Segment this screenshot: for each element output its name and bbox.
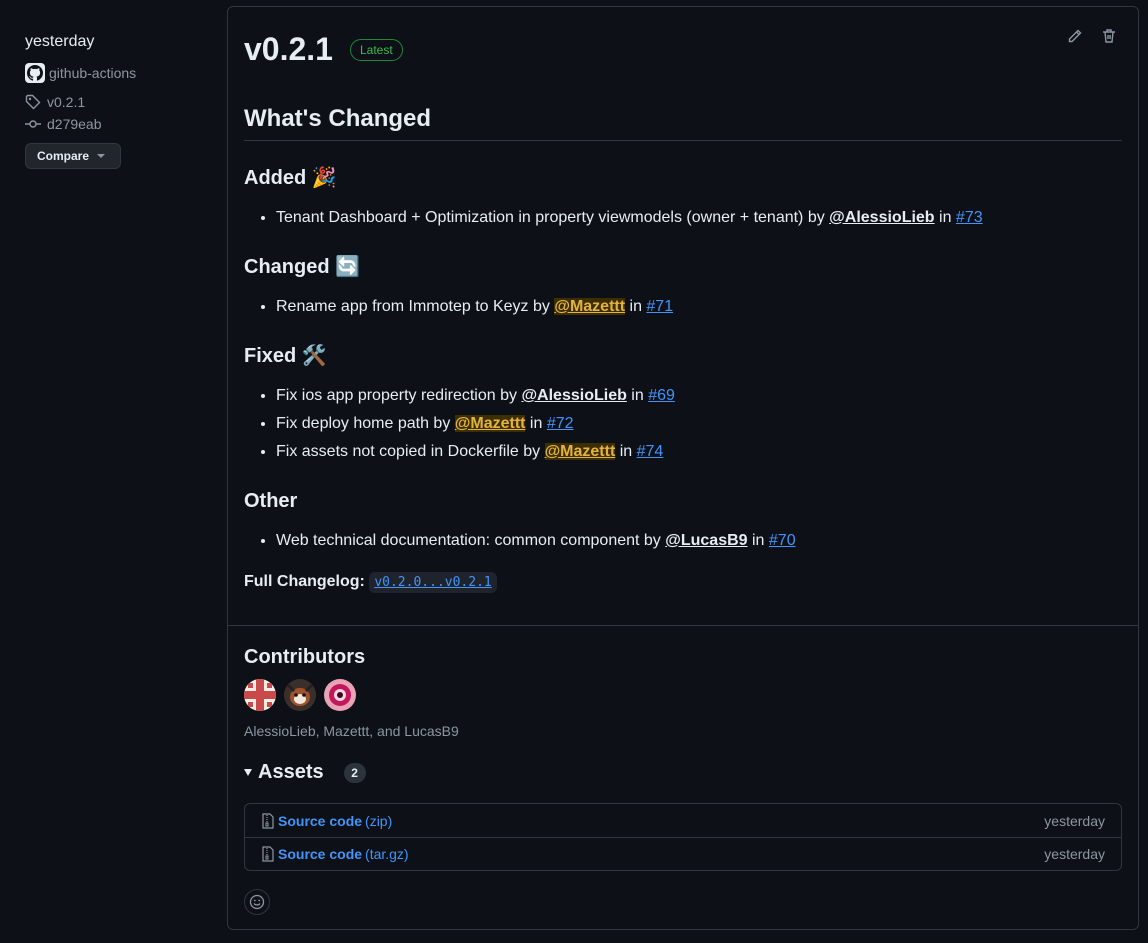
asset-format: (zip) [365, 812, 393, 829]
user-mention[interactable]: @AlessioLieb [521, 387, 626, 404]
whats-changed-heading: What's Changed [244, 105, 1122, 141]
section-added-list: Tenant Dashboard + Optimization in prope… [244, 204, 983, 232]
list-item: Tenant Dashboard + Optimization in prope… [276, 204, 983, 232]
asset-row: Source code (tar.gz) yesterday [245, 837, 1121, 870]
full-changelog-label: Full Changelog: [244, 573, 365, 590]
contributor-avatars [244, 679, 356, 711]
commit-icon [25, 120, 41, 128]
release-card: v0.2.1 Latest What's Changed Added 🎉 Ten… [227, 6, 1139, 930]
delete-button[interactable] [1100, 27, 1118, 45]
avatar[interactable] [244, 679, 276, 711]
full-changelog: Full Changelog: v0.2.0...v0.2.1 [244, 570, 497, 595]
asset-row: Source code (zip) yesterday [245, 804, 1121, 837]
edit-button[interactable] [1066, 27, 1084, 45]
tag-icon [25, 94, 41, 110]
list-item: Web technical documentation: common comp… [276, 527, 796, 555]
user-mention[interactable]: @LucasB9 [665, 532, 747, 549]
author-name: github-actions [49, 65, 137, 81]
user-mention[interactable]: @Mazettt [554, 298, 626, 315]
divider [228, 625, 1138, 626]
list-item: Fix assets not copied in Dockerfile by @… [276, 438, 675, 466]
file-zip-icon [262, 846, 274, 862]
asset-format: (tar.gz) [365, 846, 409, 862]
commit-sha: d279eab [47, 116, 102, 132]
add-reaction-button[interactable] [244, 889, 270, 915]
release-tag[interactable]: v0.2.1 [25, 94, 85, 110]
compare-range-link[interactable]: v0.2.0...v0.2.1 [369, 572, 497, 593]
asset-link[interactable]: Source code (tar.gz) [261, 846, 409, 862]
avatar[interactable] [284, 679, 316, 711]
asset-date: yesterday [1044, 846, 1105, 862]
edit-icon [1068, 29, 1082, 43]
section-changed-list: Rename app from Immotep to Keyz by @Maze… [244, 293, 673, 321]
asset-date: yesterday [1044, 812, 1105, 829]
section-changed-title: Changed 🔄 [244, 256, 361, 278]
assets-title: Assets [258, 761, 324, 783]
section-added-title: Added 🎉 [244, 167, 337, 189]
compare-button[interactable]: Compare [25, 143, 121, 169]
pr-link[interactable]: #69 [648, 387, 675, 404]
contributor-names: AlessioLieb, Mazettt, and LucasB9 [244, 723, 459, 739]
asset-link[interactable]: Source code (zip) [261, 813, 392, 829]
pr-link[interactable]: #74 [637, 443, 664, 460]
section-fixed-title: Fixed 🛠️ [244, 345, 327, 367]
pr-link[interactable]: #70 [769, 532, 796, 549]
list-item: Fix deploy home path by @Mazettt in #72 [276, 410, 675, 438]
asset-name: Source code [278, 812, 363, 829]
user-mention[interactable]: @Mazettt [454, 415, 526, 432]
github-icon [25, 63, 45, 83]
trash-icon [1103, 29, 1115, 43]
section-other-title: Other [244, 490, 298, 512]
asset-name: Source code [278, 846, 363, 862]
section-other-list: Web technical documentation: common comp… [244, 527, 796, 555]
tag-label: v0.2.1 [47, 94, 86, 110]
assets-toggle[interactable]: Assets 2 [244, 761, 366, 784]
release-title[interactable]: v0.2.1 [244, 29, 333, 69]
release-commit[interactable]: d279eab [25, 116, 102, 132]
assets-count-badge: 2 [343, 762, 366, 783]
pr-link[interactable]: #71 [646, 298, 673, 315]
pr-link[interactable]: #73 [956, 209, 983, 226]
user-mention[interactable]: @AlessioLieb [829, 209, 934, 226]
file-zip-icon [262, 812, 274, 829]
pr-link[interactable]: #72 [547, 415, 574, 432]
triangle-down-icon [244, 769, 252, 776]
smiley-icon [249, 894, 265, 910]
list-item: Rename app from Immotep to Keyz by @Maze… [276, 293, 673, 321]
user-mention[interactable]: @Mazettt [544, 443, 616, 460]
latest-badge: Latest [350, 39, 403, 61]
assets-list: Source code (zip) yesterday Source code … [244, 803, 1122, 871]
list-item: Fix ios app property redirection by @Ale… [276, 382, 675, 410]
section-fixed-list: Fix ios app property redirection by @Ale… [244, 382, 675, 466]
chevron-down-icon [97, 154, 105, 158]
compare-label: Compare [36, 149, 89, 163]
release-author[interactable]: github-actions [25, 63, 136, 83]
avatar[interactable] [324, 679, 356, 711]
contributors-title: Contributors [244, 646, 366, 668]
release-date: yesterday [25, 33, 95, 50]
